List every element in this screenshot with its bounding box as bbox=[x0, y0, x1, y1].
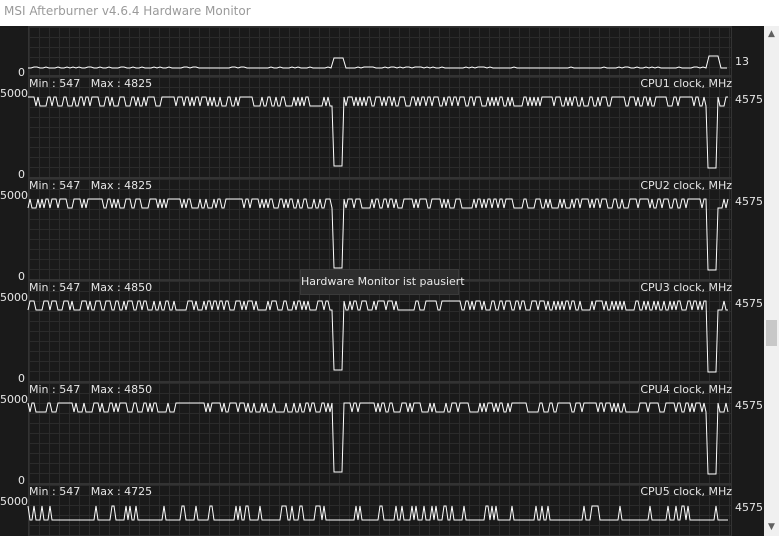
triangle-down-icon[interactable]: ▼ bbox=[764, 519, 779, 536]
graph-trace-cpu5 bbox=[27, 505, 728, 521]
window-title: MSI Afterburner v4.6.4 Hardware Monitor bbox=[4, 4, 251, 18]
graph-trace-cpu2 bbox=[27, 198, 729, 271]
current-value: 4575 bbox=[735, 195, 763, 208]
graph-panel-top[interactable]: 0 13 bbox=[0, 26, 764, 79]
axis-max-label: 5000 bbox=[0, 291, 28, 304]
title-bar: MSI Afterburner v4.6.4 Hardware Monitor bbox=[0, 0, 779, 26]
graph-trace-cpu3 bbox=[27, 300, 728, 373]
current-value: 4575 bbox=[735, 399, 763, 412]
current-value: 4575 bbox=[735, 501, 763, 514]
graph-panel-cpu4[interactable]: Min : 547 Max : 4850 CPU4 clock, MHz 500… bbox=[0, 382, 764, 487]
axis-max-label: 5000 bbox=[0, 393, 28, 406]
scrollbar-thumb[interactable] bbox=[766, 320, 777, 346]
graph-trace-cpu1 bbox=[28, 96, 728, 169]
graph-trace-cpu4 bbox=[27, 402, 729, 475]
paused-tooltip: Hardware Monitor ist pausiert bbox=[300, 269, 465, 295]
current-value: 4575 bbox=[735, 93, 763, 106]
graph-panel-cpu1[interactable]: Min : 547 Max : 4825 CPU1 clock, MHz 500… bbox=[0, 76, 764, 181]
graph-panel-cpu2[interactable]: Min : 547 Max : 4825 CPU2 clock, MHz 500… bbox=[0, 178, 764, 283]
vertical-scrollbar[interactable]: ▲ ▼ bbox=[764, 26, 779, 536]
axis-max-label: 5000 bbox=[0, 495, 28, 508]
graph-panel-cpu3[interactable]: Min : 547 Max : 4850 CPU3 clock, MHz 500… bbox=[0, 280, 764, 385]
current-value: 4575 bbox=[735, 297, 763, 310]
axis-max-label: 5000 bbox=[0, 87, 28, 100]
graph-panel-cpu5[interactable]: Min : 547 Max : 4725 CPU5 clock, MHz 500… bbox=[0, 484, 764, 536]
current-value: 13 bbox=[735, 55, 749, 68]
graph-trace-top bbox=[28, 55, 727, 69]
axis-max-label: 5000 bbox=[0, 189, 28, 202]
triangle-up-icon[interactable]: ▲ bbox=[764, 26, 779, 43]
